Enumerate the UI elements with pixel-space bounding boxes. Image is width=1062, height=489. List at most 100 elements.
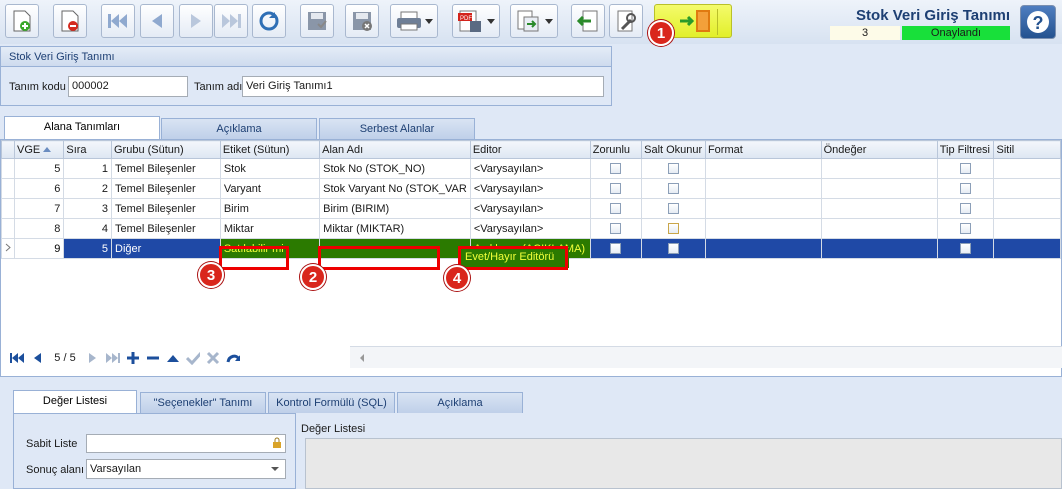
- checkbox[interactable]: [610, 243, 622, 255]
- nav-last-button[interactable]: [106, 351, 120, 365]
- checkbox[interactable]: [668, 243, 680, 255]
- cell-editor[interactable]: <Varysayılan>: [469, 158, 591, 179]
- new-button[interactable]: [5, 4, 39, 38]
- tab-free-fields[interactable]: Serbest Alanlar: [319, 118, 475, 139]
- cell-vge[interactable]: 9: [13, 238, 65, 259]
- cell-sitil[interactable]: [993, 178, 1061, 199]
- cell-grubu[interactable]: Temel Bileşenler: [111, 218, 221, 239]
- tab-options-definition[interactable]: "Seçenekler" Tanımı: [140, 392, 266, 413]
- cell-tip-filtresi[interactable]: [936, 238, 995, 259]
- cell-alan-adi[interactable]: Miktar (MIKTAR): [319, 218, 471, 239]
- cell-salt-okunur[interactable]: [641, 198, 706, 219]
- checkbox[interactable]: [960, 243, 972, 255]
- save-button[interactable]: [300, 4, 334, 38]
- tab-control-formula[interactable]: Kontrol Formülü (SQL): [268, 392, 395, 413]
- col-header-alan-adi[interactable]: Alan Adı: [319, 140, 471, 159]
- cell-etiket[interactable]: Stok: [219, 158, 321, 179]
- cell-sitil[interactable]: [993, 218, 1061, 239]
- cell-sitil[interactable]: [993, 158, 1061, 179]
- cell-alan-adi[interactable]: Stok No (STOK_NO): [319, 158, 471, 179]
- cell-grubu[interactable]: Temel Bileşenler: [111, 198, 221, 219]
- cell-format[interactable]: [704, 238, 822, 259]
- cell-etiket[interactable]: Birim: [219, 198, 321, 219]
- checkbox[interactable]: [610, 183, 622, 195]
- tab-field-definitions[interactable]: Alana Tanımları: [4, 116, 160, 140]
- name-field[interactable]: Veri Giriş Tanımı1: [242, 76, 604, 97]
- col-header-tip-filtresi[interactable]: Tip Filtresi: [936, 140, 995, 159]
- code-field[interactable]: 000002: [68, 76, 188, 97]
- cell-sitil[interactable]: [993, 198, 1061, 219]
- result-field-select[interactable]: Varsayılan: [86, 459, 286, 479]
- value-list-area[interactable]: [305, 438, 1062, 489]
- cell-editor[interactable]: <Varysayılan>: [469, 218, 591, 239]
- cell-tip-filtresi[interactable]: [936, 218, 995, 239]
- cell-grubu[interactable]: Temel Bileşenler: [111, 178, 221, 199]
- cell-sira[interactable]: 4: [63, 218, 112, 239]
- row-indicator[interactable]: [1, 238, 15, 259]
- prev-record-button[interactable]: [140, 4, 174, 38]
- checkbox[interactable]: [668, 203, 680, 215]
- tab-lower-description[interactable]: Açıklama: [397, 392, 523, 413]
- cell-alan-adi[interactable]: Stok Varyant No (STOK_VAR: [319, 178, 471, 199]
- row-indicator[interactable]: [1, 218, 15, 239]
- export-pdf-button[interactable]: PDF: [452, 4, 500, 38]
- nav-post-button[interactable]: [186, 351, 200, 365]
- checkbox[interactable]: [668, 223, 680, 235]
- tab-value-list[interactable]: Değer Listesi: [13, 390, 137, 414]
- col-header-etiket[interactable]: Etiket (Sütun): [219, 140, 321, 159]
- cell-vge[interactable]: 5: [13, 158, 65, 179]
- checkbox[interactable]: [668, 183, 680, 195]
- cancel-save-button[interactable]: [345, 4, 379, 38]
- cell-vge[interactable]: 6: [13, 178, 65, 199]
- nav-add-button[interactable]: [126, 351, 140, 365]
- checkbox[interactable]: [610, 163, 622, 175]
- checkbox[interactable]: [610, 203, 622, 215]
- cell-zorunlu[interactable]: [589, 178, 643, 199]
- tools-button[interactable]: [609, 4, 643, 38]
- row-indicator[interactable]: [1, 158, 15, 179]
- col-header-sitil[interactable]: Sitil: [993, 140, 1061, 159]
- fixed-list-field[interactable]: [86, 434, 286, 453]
- cell-salt-okunur[interactable]: [641, 218, 706, 239]
- cell-editor[interactable]: <Varysayılan>: [469, 198, 591, 219]
- col-header-vge[interactable]: VGE: [13, 140, 65, 159]
- print-button[interactable]: [390, 4, 438, 38]
- cell-ondeger[interactable]: [820, 238, 938, 259]
- col-header-salt-okunur[interactable]: Salt Okunur: [641, 140, 706, 159]
- cell-etiket[interactable]: Miktar: [219, 218, 321, 239]
- import-button[interactable]: [571, 4, 605, 38]
- checkbox[interactable]: [960, 203, 972, 215]
- nav-delete-button[interactable]: [146, 351, 160, 365]
- table-row[interactable]: 7 3 Temel Bileşenler Birim Birim (BIRIM)…: [1, 198, 1061, 219]
- col-header-ondeger[interactable]: Öndeğer: [820, 140, 938, 159]
- col-header-sira[interactable]: Sıra: [63, 140, 112, 159]
- help-button[interactable]: ?: [1020, 5, 1056, 39]
- cell-format[interactable]: [704, 218, 822, 239]
- cell-vge[interactable]: 7: [13, 198, 65, 219]
- cell-sira[interactable]: 1: [63, 158, 112, 179]
- cell-grubu[interactable]: Temel Bileşenler: [111, 158, 221, 179]
- cell-format[interactable]: [704, 198, 822, 219]
- nav-next-button[interactable]: [86, 351, 100, 365]
- row-indicator[interactable]: [1, 178, 15, 199]
- table-row[interactable]: 6 2 Temel Bileşenler Varyant Stok Varyan…: [1, 178, 1061, 199]
- cell-ondeger[interactable]: [820, 198, 938, 219]
- cell-zorunlu[interactable]: [589, 218, 643, 239]
- cell-sira[interactable]: 2: [63, 178, 112, 199]
- cell-ondeger[interactable]: [820, 178, 938, 199]
- col-header-format[interactable]: Format: [704, 140, 822, 159]
- cell-sira[interactable]: 3: [63, 198, 112, 219]
- cell-ondeger[interactable]: [820, 218, 938, 239]
- cell-tip-filtresi[interactable]: [936, 198, 995, 219]
- cell-salt-okunur[interactable]: [641, 178, 706, 199]
- col-header-editor[interactable]: Editor: [469, 140, 591, 159]
- tab-description[interactable]: Açıklama: [161, 118, 317, 139]
- cell-salt-okunur[interactable]: [641, 158, 706, 179]
- horizontal-scrollbar[interactable]: [350, 346, 1062, 368]
- checkbox[interactable]: [960, 183, 972, 195]
- nav-edit-button[interactable]: [166, 351, 180, 365]
- cell-vge[interactable]: 8: [13, 218, 65, 239]
- cell-zorunlu[interactable]: [589, 238, 643, 259]
- table-row[interactable]: 5 1 Temel Bileşenler Stok Stok No (STOK_…: [1, 158, 1061, 179]
- cell-tip-filtresi[interactable]: [936, 158, 995, 179]
